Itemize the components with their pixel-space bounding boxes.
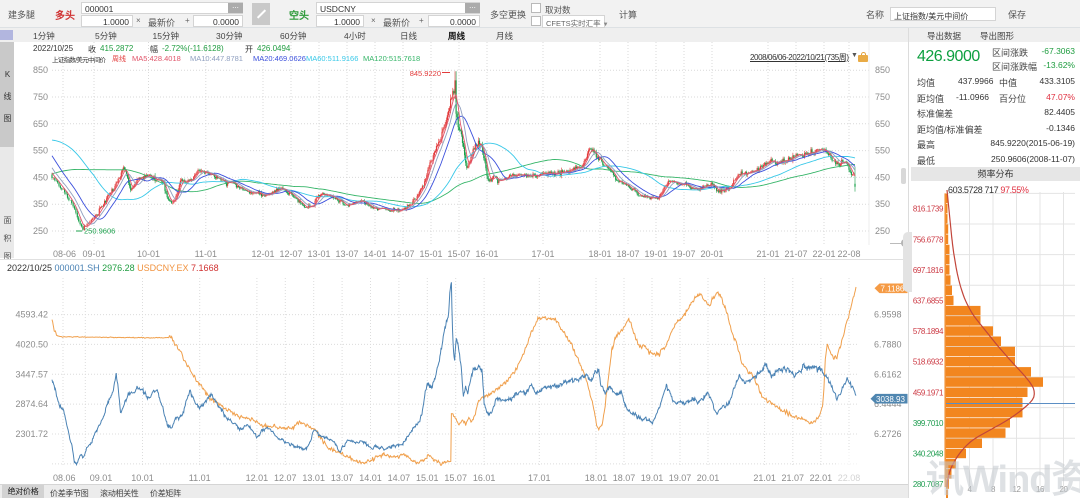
svg-text:250: 250 <box>875 226 890 236</box>
svg-text:09-01: 09-01 <box>82 249 105 259</box>
svg-text:7.1186: 7.1186 <box>881 284 905 293</box>
svg-text:15-07: 15-07 <box>447 249 470 259</box>
svg-text:750: 750 <box>33 92 48 102</box>
svg-text:6.7880: 6.7880 <box>874 339 902 349</box>
svg-text:603.5728 717 97.55%: 603.5728 717 97.55% <box>948 185 1029 195</box>
svg-text:10.01: 10.01 <box>131 473 154 482</box>
svg-text:756.6778: 756.6778 <box>913 235 944 244</box>
svg-text:459.1971: 459.1971 <box>913 388 944 397</box>
svg-text:20-01: 20-01 <box>700 249 723 259</box>
svg-text:6.6162: 6.6162 <box>874 369 902 379</box>
svg-text:14.01: 14.01 <box>359 473 382 482</box>
svg-text:11-01: 11-01 <box>195 249 217 259</box>
svg-text:17-01: 17-01 <box>531 249 554 259</box>
svg-text:450: 450 <box>875 172 890 182</box>
svg-text:21.01: 21.01 <box>753 473 776 482</box>
svg-text:13-01: 13-01 <box>307 249 330 259</box>
svg-text:12-07: 12-07 <box>279 249 302 259</box>
svg-text:850: 850 <box>875 65 890 75</box>
svg-text:19-01: 19-01 <box>644 249 667 259</box>
svg-text:350: 350 <box>33 199 48 209</box>
svg-text:09.01: 09.01 <box>90 473 113 482</box>
svg-text:4020.50: 4020.50 <box>15 339 48 349</box>
svg-text:650: 650 <box>33 119 48 129</box>
svg-text:20.01: 20.01 <box>697 473 720 482</box>
svg-text:13.07: 13.07 <box>331 473 354 482</box>
svg-text:19-07: 19-07 <box>672 249 695 259</box>
svg-text:16-01: 16-01 <box>475 249 498 259</box>
svg-text:2301.72: 2301.72 <box>15 429 48 439</box>
svg-text:18-01: 18-01 <box>588 249 611 259</box>
svg-text:22.01: 22.01 <box>810 473 833 482</box>
svg-text:550: 550 <box>875 146 890 156</box>
svg-text:399.7010: 399.7010 <box>913 419 944 428</box>
svg-text:18-07: 18-07 <box>616 249 639 259</box>
svg-text:2874.64: 2874.64 <box>15 399 48 409</box>
svg-text:22-01: 22-01 <box>812 249 835 259</box>
svg-text:19.01: 19.01 <box>641 473 664 482</box>
svg-text:850: 850 <box>33 65 48 75</box>
svg-text:08-06: 08-06 <box>53 249 76 259</box>
svg-text:21-01: 21-01 <box>756 249 779 259</box>
svg-text:550: 550 <box>33 146 48 156</box>
svg-text:845.9220: 845.9220 <box>410 69 441 78</box>
svg-text:350: 350 <box>875 199 890 209</box>
svg-text:18.01: 18.01 <box>585 473 608 482</box>
svg-text:15.01: 15.01 <box>416 473 439 482</box>
svg-text:22-08: 22-08 <box>837 249 860 259</box>
svg-text:637.6855: 637.6855 <box>913 297 944 306</box>
svg-text:650: 650 <box>875 119 890 129</box>
svg-text:6.9598: 6.9598 <box>874 310 902 320</box>
svg-text:14-01: 14-01 <box>363 249 386 259</box>
svg-text:21-07: 21-07 <box>784 249 807 259</box>
svg-text:16.01: 16.01 <box>473 473 496 482</box>
svg-text:11.01: 11.01 <box>189 473 211 482</box>
svg-text:816.1739: 816.1739 <box>913 205 944 214</box>
svg-text:4593.42: 4593.42 <box>15 310 48 320</box>
svg-text:13-07: 13-07 <box>335 249 358 259</box>
svg-text:3038.93: 3038.93 <box>876 395 905 404</box>
svg-text:15-01: 15-01 <box>419 249 442 259</box>
svg-text:450: 450 <box>33 172 48 182</box>
svg-text:12-01: 12-01 <box>251 249 274 259</box>
svg-text:17.01: 17.01 <box>528 473 551 482</box>
svg-text:578.1894: 578.1894 <box>913 327 944 336</box>
svg-text:12.01: 12.01 <box>246 473 269 482</box>
svg-text:14.07: 14.07 <box>388 473 411 482</box>
svg-text:250: 250 <box>33 226 48 236</box>
svg-text:6.2726: 6.2726 <box>874 429 902 439</box>
svg-text:13.01: 13.01 <box>302 473 325 482</box>
svg-text:08.06: 08.06 <box>53 473 76 482</box>
svg-text:250.9606: 250.9606 <box>84 227 115 236</box>
svg-text:14-07: 14-07 <box>391 249 414 259</box>
svg-text:18.07: 18.07 <box>613 473 636 482</box>
svg-text:10-01: 10-01 <box>137 249 160 259</box>
svg-text:19.07: 19.07 <box>669 473 692 482</box>
svg-text:21.07: 21.07 <box>782 473 805 482</box>
svg-text:12.07: 12.07 <box>274 473 297 482</box>
svg-text:518.6932: 518.6932 <box>913 358 944 367</box>
svg-text:3447.57: 3447.57 <box>15 369 48 379</box>
svg-text:697.1816: 697.1816 <box>913 266 944 275</box>
svg-text:15.07: 15.07 <box>444 473 467 482</box>
svg-text:750: 750 <box>875 92 890 102</box>
